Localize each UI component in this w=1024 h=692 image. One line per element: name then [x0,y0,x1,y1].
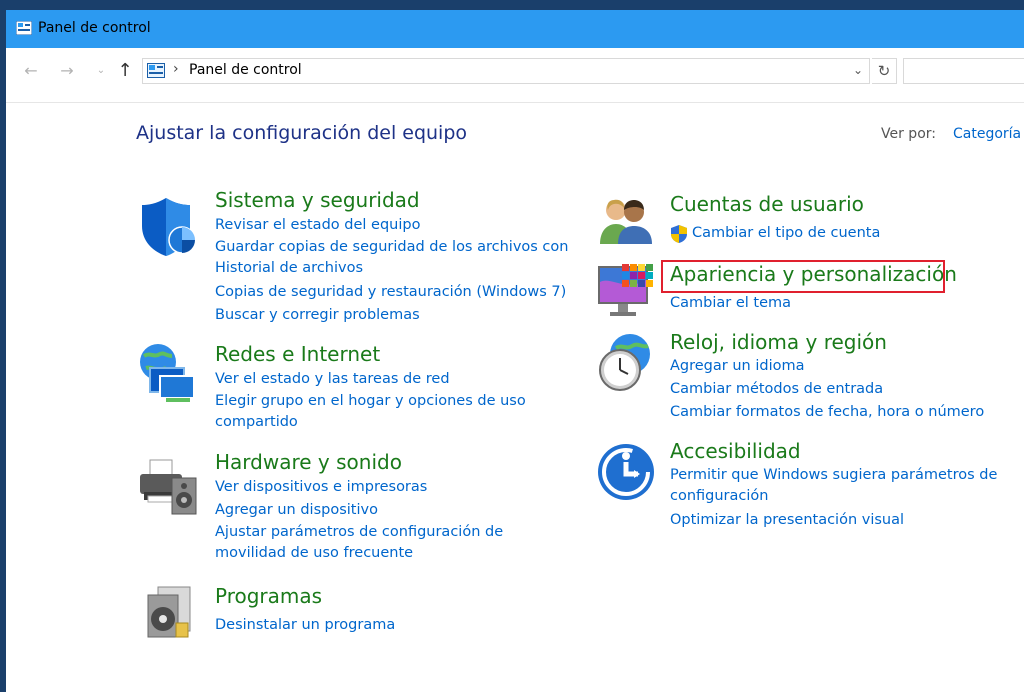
link-network-status[interactable]: Ver el estado y las tareas de red [215,368,535,391]
category-hardware-sound[interactable]: Hardware y sonido [215,450,402,474]
title-bar[interactable]: Panel de control [6,10,1024,48]
link-change-account-type[interactable]: Cambiar el tipo de cuenta [692,222,880,245]
link-devices-printers[interactable]: Ver dispositivos e impresoras [215,476,575,499]
link-mobility-settings[interactable]: Ajustar parámetros de configuración de m… [215,522,575,564]
shield-icon[interactable] [138,196,198,258]
chevron-down-icon[interactable]: ⌄ [853,63,863,77]
view-by-dropdown[interactable]: Categoría [953,126,1021,142]
link-review-computer-status[interactable]: Revisar el estado del equipo [215,214,575,237]
refresh-icon[interactable]: ↻ [872,58,897,84]
control-panel-icon [147,63,165,78]
window-title: Panel de control [38,20,151,36]
link-find-fix-problems[interactable]: Buscar y corregir problemas [215,304,575,327]
search-input[interactable] [903,58,1024,84]
category-user-accounts[interactable]: Cuentas de usuario [670,192,864,216]
highlight-box [661,260,945,293]
appearance-monitor-icon[interactable] [596,262,660,320]
category-system-security[interactable]: Sistema y seguridad [215,188,420,212]
link-change-theme[interactable]: Cambiar el tema [670,292,930,315]
link-file-history-backup[interactable]: Guardar copias de seguridad de los archi… [215,237,575,279]
printer-speaker-icon[interactable] [136,456,200,518]
link-change-date-formats[interactable]: Cambiar formatos de fecha, hora o número [670,401,990,424]
accessibility-icon[interactable] [596,442,656,502]
page-title: Ajustar la configuración del equipo [136,122,468,144]
recent-locations-icon[interactable]: ⌄ [90,60,112,82]
link-add-device[interactable]: Agregar un dispositivo [215,499,575,522]
link-windows-suggest-settings[interactable]: Permitir que Windows sugiera parámetros … [670,465,1000,507]
link-backup-restore[interactable]: Copias de seguridad y restauración (Wind… [215,281,575,304]
link-change-input-methods[interactable]: Cambiar métodos de entrada [670,378,990,401]
uac-shield-icon [671,224,687,243]
link-optimize-visual-display[interactable]: Optimizar la presentación visual [670,509,1000,532]
category-network-internet[interactable]: Redes e Internet [215,342,380,366]
control-panel-icon [16,21,32,35]
link-uninstall-program[interactable]: Desinstalar un programa [215,614,535,637]
clock-globe-icon[interactable] [596,332,656,392]
address-bar[interactable]: › Panel de control ⌄ [142,58,870,84]
up-arrow-icon[interactable]: ↑ [114,60,136,82]
category-programs[interactable]: Programas [215,584,322,608]
back-arrow-icon[interactable]: ← [20,60,42,82]
category-clock-language-region[interactable]: Reloj, idioma y región [670,330,887,354]
view-by-label: Ver por: [881,126,936,142]
link-add-language[interactable]: Agregar un idioma [670,355,990,378]
control-panel-window: Panel de control ← → ⌄ ↑ › Panel de cont… [6,10,1024,692]
forward-arrow-icon[interactable]: → [56,60,78,82]
breadcrumb[interactable]: Panel de control [189,62,302,78]
users-icon[interactable] [596,196,656,246]
programs-icon[interactable] [144,585,194,641]
breadcrumb-separator-icon: › [173,61,179,77]
link-homegroup-sharing[interactable]: Elegir grupo en el hogar y opciones de u… [215,391,535,433]
navigation-bar: ← → ⌄ ↑ › Panel de control ⌄ ↻ [6,48,1024,103]
network-icon[interactable] [136,342,198,404]
category-accessibility[interactable]: Accesibilidad [670,439,801,463]
